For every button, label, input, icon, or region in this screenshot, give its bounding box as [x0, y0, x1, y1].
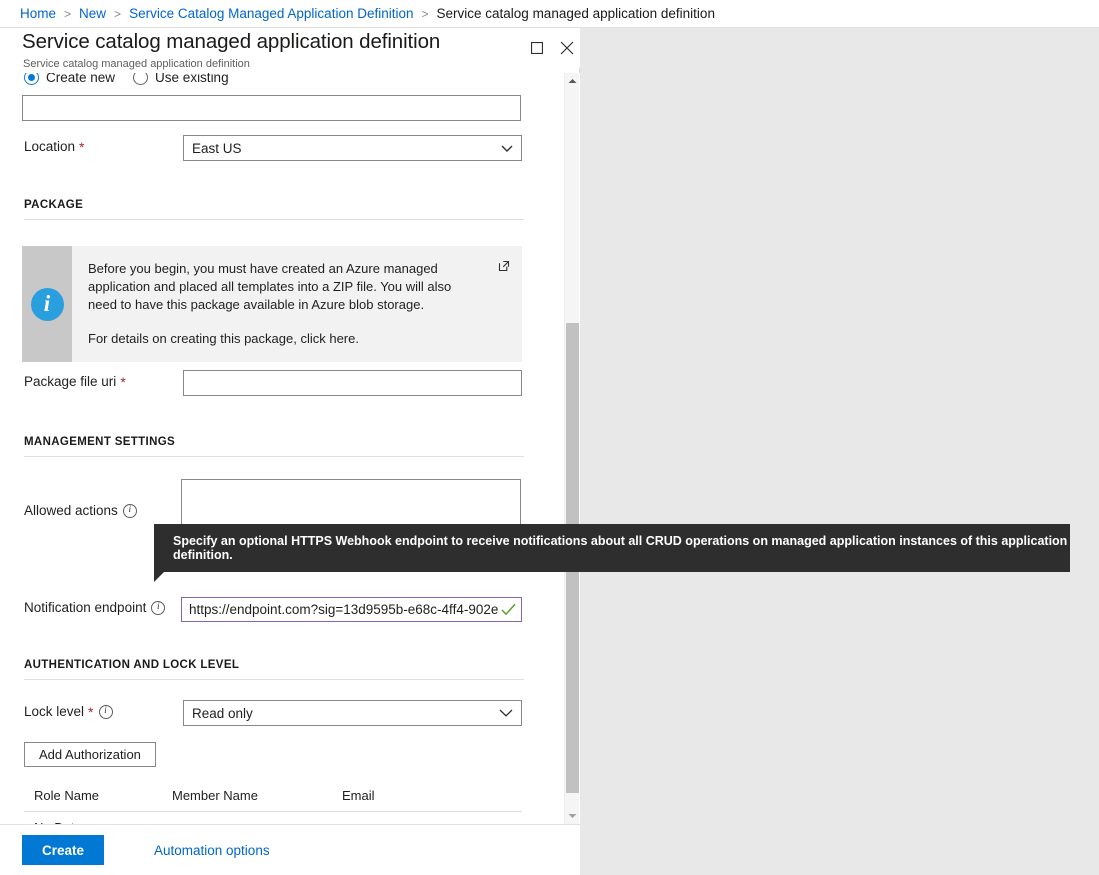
- close-icon[interactable]: [554, 35, 580, 61]
- lock-level-label: Lock level * i: [24, 704, 113, 719]
- location-label: Location *: [24, 139, 85, 154]
- location-label-text: Location: [24, 139, 75, 154]
- breadcrumb-item-service-catalog-managed-application-definition[interactable]: Service Catalog Managed Application Defi…: [129, 6, 413, 21]
- section-title-authentication-and-lock-level: AUTHENTICATION AND LOCK LEVEL: [24, 659, 524, 671]
- blade-scrollbar[interactable]: [564, 73, 579, 824]
- automation-options-link[interactable]: Automation options: [154, 843, 270, 858]
- chevron-down-icon: [501, 141, 513, 156]
- location-dropdown[interactable]: East US: [183, 135, 522, 161]
- radio-label: Use existing: [155, 73, 229, 85]
- radio-label: Create new: [46, 73, 115, 85]
- notification-endpoint-input[interactable]: [182, 598, 501, 621]
- breadcrumb-separator-icon: >: [422, 7, 429, 21]
- notification-endpoint-label: Notification endpoint i: [24, 600, 165, 615]
- notification-endpoint-field[interactable]: [181, 597, 522, 622]
- radio-create-new[interactable]: Create new: [24, 73, 115, 85]
- column-header-member-name: Member Name: [162, 782, 332, 812]
- info-banner-body: Before you begin, you must have created …: [72, 246, 522, 362]
- package-file-uri-input[interactable]: [183, 370, 522, 396]
- lock-level-label-text: Lock level: [24, 704, 84, 719]
- notification-endpoint-label-text: Notification endpoint: [24, 600, 146, 615]
- lock-level-dropdown[interactable]: Read only: [183, 700, 522, 726]
- package-info-banner: i Before you begin, you must have create…: [22, 246, 522, 362]
- location-value: East US: [192, 141, 242, 156]
- breadcrumb-separator-icon: >: [114, 7, 121, 21]
- info-circle-icon: i: [31, 288, 64, 321]
- section-title-package: PACKAGE: [24, 199, 524, 211]
- page-title: Service catalog managed application defi…: [22, 30, 440, 54]
- resource-group-toggle: Create new Use existing: [0, 73, 562, 89]
- blade-header: Service catalog managed application defi…: [0, 28, 580, 68]
- radio-use-existing[interactable]: Use existing: [133, 73, 229, 85]
- form-scroll-region: Create new Use existing Location * East …: [0, 73, 580, 824]
- table-header-row: Role Name Member Name Email: [24, 782, 522, 812]
- lock-level-value: Read only: [192, 706, 253, 721]
- external-link-icon[interactable]: [498, 260, 510, 275]
- section-title-management-settings: MANAGEMENT SETTINGS: [24, 436, 524, 448]
- breadcrumb-separator-icon: >: [64, 7, 71, 21]
- allowed-actions-label: Allowed actions i: [24, 503, 137, 518]
- breadcrumb-item-new[interactable]: New: [79, 6, 106, 21]
- page-subtitle: Service catalog managed application defi…: [23, 58, 250, 70]
- notification-endpoint-tooltip: Specify an optional HTTPS Webhook endpoi…: [154, 524, 1070, 572]
- info-banner-text-primary: Before you begin, you must have created …: [88, 260, 483, 314]
- package-file-uri-label: Package file uri *: [24, 374, 126, 389]
- add-authorization-button[interactable]: Add Authorization: [24, 742, 156, 767]
- chevron-down-icon: [499, 706, 513, 721]
- required-asterisk: *: [88, 705, 93, 719]
- radio-indicator: [24, 73, 39, 85]
- allowed-actions-label-text: Allowed actions: [24, 503, 118, 518]
- info-banner-stripe: i: [22, 246, 72, 362]
- required-asterisk: *: [120, 375, 125, 389]
- section-divider: [24, 219, 524, 220]
- tooltip-pointer: [154, 571, 165, 582]
- breadcrumb-item-home[interactable]: Home: [20, 6, 56, 21]
- section-divider: [24, 456, 524, 457]
- blade-footer: Create Automation options: [0, 824, 580, 875]
- info-icon[interactable]: i: [123, 504, 137, 518]
- breadcrumb-item-current: Service catalog managed application defi…: [437, 6, 715, 21]
- caret-up-icon[interactable]: [565, 73, 579, 89]
- column-header-email: Email: [332, 782, 522, 812]
- tooltip-text: Specify an optional HTTPS Webhook endpoi…: [173, 534, 1070, 562]
- resource-group-name-input[interactable]: [22, 95, 521, 121]
- column-header-role-name: Role Name: [24, 782, 162, 812]
- info-icon[interactable]: i: [99, 705, 113, 719]
- create-button[interactable]: Create: [22, 835, 104, 865]
- package-file-uri-label-text: Package file uri: [24, 374, 116, 389]
- info-icon[interactable]: i: [151, 601, 165, 615]
- table-empty-cell: No Data: [24, 812, 522, 825]
- blade-panel: Service catalog managed application defi…: [0, 28, 580, 875]
- maximize-icon[interactable]: [524, 35, 550, 61]
- section-divider: [24, 679, 524, 680]
- table-row: No Data: [24, 812, 522, 825]
- authorization-table: Role Name Member Name Email No Data: [24, 782, 522, 824]
- radio-indicator: [133, 73, 148, 85]
- required-asterisk: *: [79, 140, 84, 154]
- checkmark-icon: [501, 603, 521, 616]
- breadcrumb: Home > New > Service Catalog Managed App…: [0, 0, 1099, 28]
- info-banner-text-secondary: For details on creating this package, cl…: [88, 330, 483, 348]
- caret-down-icon[interactable]: [565, 808, 579, 824]
